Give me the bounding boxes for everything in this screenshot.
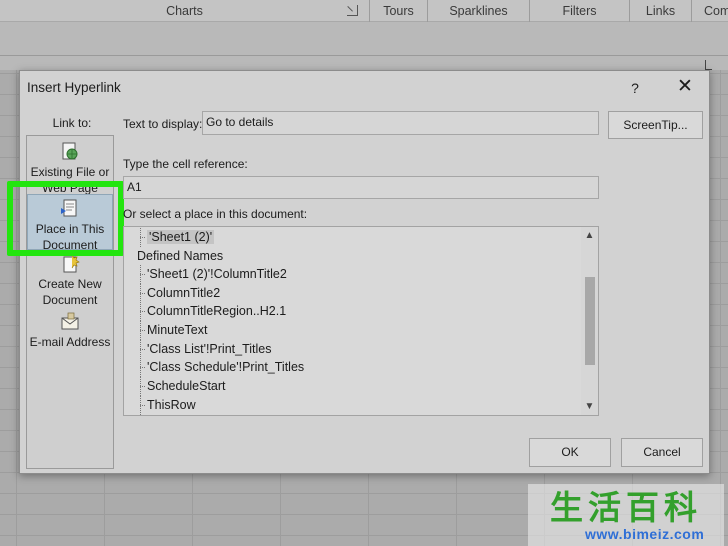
tree-item-name[interactable]: MinuteText — [124, 321, 207, 340]
ribbon-group-sparklines[interactable]: Sparklines — [428, 0, 530, 22]
link-option-create-new[interactable]: Create New Document — [27, 250, 113, 307]
link-option-label: Document — [42, 293, 98, 307]
tree-item-label: 'Sheet1 (2)' — [147, 230, 215, 244]
email-icon — [60, 312, 80, 332]
tree-item-label: 'Class List'!Print_Titles — [147, 342, 272, 356]
cell-reference-input[interactable]: A1 — [123, 176, 599, 199]
divider — [0, 55, 728, 56]
tree-item-label: ScheduleStart — [147, 379, 226, 393]
column-marker — [705, 60, 712, 70]
cancel-button[interactable]: Cancel — [621, 438, 703, 467]
tree-item-name[interactable]: ScheduleStart — [124, 377, 226, 396]
tree-item-sheet[interactable]: 'Sheet1 (2)' — [124, 228, 215, 247]
tree-item-label: MinuteText — [147, 323, 208, 337]
ribbon-group-label: Filters — [562, 4, 597, 18]
tree-group-label: Defined Names — [137, 249, 224, 263]
document-places-tree[interactable]: 'Sheet1 (2)' Defined Names 'Sheet1 (2)'!… — [123, 226, 599, 416]
tree-item-name[interactable]: ColumnTitleRegion..H2.1 — [124, 302, 286, 321]
link-option-label: E-mail Address — [29, 335, 111, 349]
tree-item-name[interactable]: 'Class Schedule'!Print_Titles — [124, 358, 304, 377]
text-to-display-label: Text to display: — [123, 117, 203, 131]
tree-item-name[interactable]: 'Sheet1 (2)'!ColumnTitle2 — [124, 265, 287, 284]
tree-item-label: ColumnTitleRegion..H2.1 — [147, 304, 287, 318]
ribbon-group-label: Tours — [383, 4, 414, 18]
ribbon-group-filters[interactable]: Filters — [530, 0, 630, 22]
help-button[interactable]: ? — [623, 76, 647, 100]
dialog-titlebar[interactable]: Insert Hyperlink ? ✕ — [20, 71, 709, 105]
ribbon-group-tours[interactable]: Tours — [370, 0, 428, 22]
tree-item-name[interactable]: ThisRow — [124, 396, 196, 415]
tree-item-name[interactable]: 'Class List'!Print_Titles — [124, 340, 271, 359]
tree-scrollbar[interactable]: ▲ ▼ — [581, 227, 598, 415]
link-option-label: Existing File or — [30, 165, 110, 179]
ribbon-group-label: Com — [704, 4, 728, 18]
screentip-button[interactable]: ScreenTip... — [608, 111, 703, 139]
charts-dialog-launcher-icon[interactable] — [347, 5, 358, 16]
link-option-email[interactable]: E-mail Address — [27, 308, 113, 364]
new-document-icon — [60, 254, 80, 274]
tree-item-name[interactable]: ColumnTitle2 — [124, 284, 220, 303]
close-button[interactable]: ✕ — [672, 76, 698, 100]
link-option-label: Create New — [38, 277, 102, 291]
dialog-title: Insert Hyperlink — [27, 80, 121, 95]
ribbon-group-label: Charts — [166, 4, 203, 18]
ribbon: Charts Tours Sparklines Filters Links Co… — [0, 0, 728, 22]
scroll-up-icon[interactable]: ▲ — [581, 227, 598, 244]
watermark-url: www.bimeiz.com — [585, 526, 705, 542]
ribbon-group-charts[interactable]: Charts — [0, 0, 370, 22]
ribbon-group-label: Sparklines — [449, 4, 508, 18]
select-place-label: Or select a place in this document: — [123, 207, 308, 221]
text-to-display-input[interactable]: Go to details — [202, 111, 599, 135]
tree-item-label: 'Sheet1 (2)'!ColumnTitle2 — [147, 267, 287, 281]
ribbon-group-comments[interactable]: Com — [692, 0, 728, 22]
tree-item-label: 'Class Schedule'!Print_Titles — [147, 360, 305, 374]
insert-hyperlink-dialog: Insert Hyperlink ? ✕ Link to: Existing F… — [7, 70, 710, 474]
formula-bar-area — [0, 22, 728, 70]
tree-group-defined-names[interactable]: Defined Names — [124, 247, 223, 266]
scroll-thumb[interactable] — [585, 277, 595, 365]
ribbon-group-label: Links — [645, 4, 676, 18]
tree-item-label: ThisRow — [147, 398, 196, 412]
ribbon-group-links[interactable]: Links — [630, 0, 692, 22]
link-to-label: Link to: — [52, 116, 92, 130]
highlight-annotation — [7, 181, 124, 256]
ok-button[interactable]: OK — [529, 438, 611, 467]
cell-reference-label: Type the cell reference: — [123, 157, 248, 171]
tree-item-label: ColumnTitle2 — [147, 286, 221, 300]
watermark-logo-text: 生活百科 — [550, 488, 702, 527]
globe-file-icon — [60, 142, 80, 162]
scroll-down-icon[interactable]: ▼ — [581, 398, 598, 415]
